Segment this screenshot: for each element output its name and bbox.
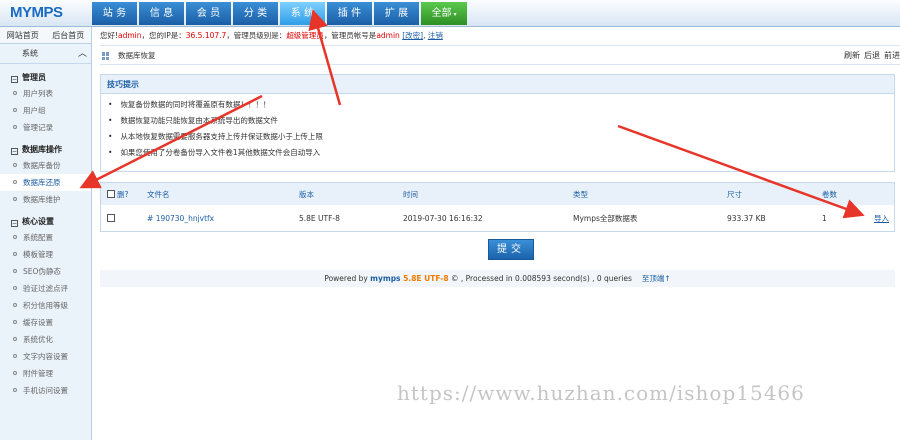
arrow-to-restore-item xyxy=(79,94,263,189)
annotation-arrows xyxy=(79,9,865,219)
arrow-to-system-tab xyxy=(308,9,342,106)
arrow-to-import-link xyxy=(617,124,865,219)
watermark: https://www.huzhan.com/ishop15466 xyxy=(397,381,805,405)
